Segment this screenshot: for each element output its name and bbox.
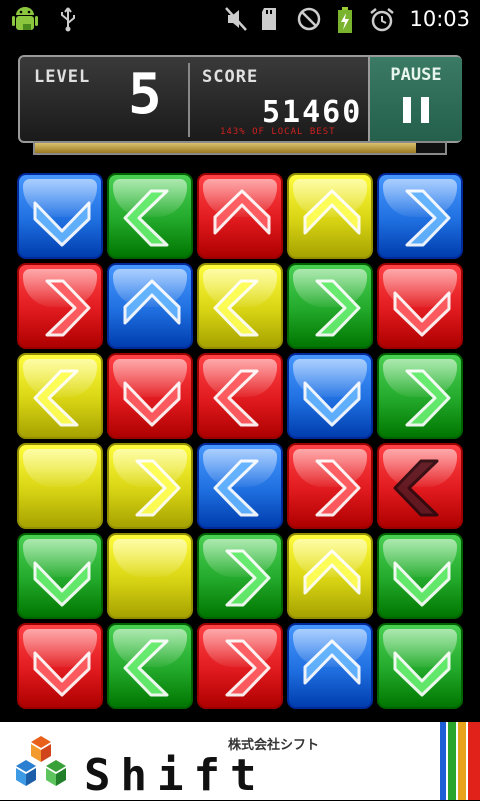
- arrow-down-icon: [33, 561, 91, 607]
- arrow-up-icon: [303, 189, 361, 235]
- tile-green[interactable]: [17, 533, 103, 619]
- arrow-down-icon: [393, 291, 451, 337]
- arrow-up-icon: [303, 639, 361, 685]
- arrow-left-icon: [213, 369, 259, 427]
- tile-red[interactable]: [377, 263, 463, 349]
- arrow-up-icon: [123, 279, 181, 325]
- arrow-left-icon: [393, 459, 439, 517]
- sdcard-icon: [262, 8, 276, 30]
- arrow-left-icon: [123, 639, 169, 697]
- no-signal-icon: [297, 7, 321, 31]
- arrow-left-icon: [213, 459, 259, 517]
- panel-divider: [188, 63, 190, 137]
- tile-green[interactable]: [377, 353, 463, 439]
- arrow-right-icon: [135, 459, 181, 517]
- score-label: SCORE: [202, 67, 259, 87]
- tile-yellow[interactable]: [287, 173, 373, 259]
- tile-red[interactable]: [197, 173, 283, 259]
- tile-yellow[interactable]: [287, 533, 373, 619]
- tile-blue[interactable]: [287, 623, 373, 709]
- tile-blue[interactable]: [17, 173, 103, 259]
- score-value: 51460: [262, 95, 363, 130]
- tile-green[interactable]: [107, 173, 193, 259]
- level-progress-fill: [35, 143, 417, 153]
- level-value: 5: [128, 62, 162, 127]
- arrow-down-icon: [33, 201, 91, 247]
- arrow-left-icon: [123, 189, 169, 247]
- arrow-right-icon: [405, 189, 451, 247]
- tile-blue[interactable]: [287, 353, 373, 439]
- tile-green[interactable]: [287, 263, 373, 349]
- arrow-right-icon: [225, 549, 271, 607]
- arrow-left-icon: [33, 369, 79, 427]
- level-progress-bar: [33, 141, 447, 155]
- muted-icon: [225, 7, 247, 31]
- ad-brand-name: Shift: [84, 750, 267, 801]
- tile-green[interactable]: [377, 533, 463, 619]
- score-panel: LEVEL 5 SCORE 51460 143% OF LOCAL BEST P…: [18, 55, 462, 143]
- tile-yellow[interactable]: [197, 263, 283, 349]
- tile-red[interactable]: [377, 443, 463, 529]
- arrow-right-icon: [225, 639, 271, 697]
- tile-red[interactable]: [197, 623, 283, 709]
- arrow-down-icon: [393, 651, 451, 697]
- status-bar: 10:03: [0, 0, 480, 38]
- tile-blue[interactable]: [107, 263, 193, 349]
- arrow-right-icon: [45, 279, 91, 337]
- arrow-up-icon: [303, 549, 361, 595]
- arrow-right-icon: [315, 459, 361, 517]
- tile-green[interactable]: [197, 533, 283, 619]
- tile-yellow[interactable]: [17, 353, 103, 439]
- tile-red[interactable]: [17, 263, 103, 349]
- tile-blue[interactable]: [197, 443, 283, 529]
- android-icon: [12, 7, 38, 30]
- ad-color-stripes: [440, 722, 480, 800]
- tile-green[interactable]: [107, 623, 193, 709]
- tile-red[interactable]: [17, 623, 103, 709]
- tile-green[interactable]: [377, 623, 463, 709]
- tile-yellow[interactable]: [107, 533, 193, 619]
- shift-logo-icon: [16, 736, 66, 786]
- tile-blue[interactable]: [377, 173, 463, 259]
- tile-yellow[interactable]: [107, 443, 193, 529]
- battery-charging-icon: [338, 7, 352, 33]
- arrow-down-icon: [303, 381, 361, 427]
- tile-red[interactable]: [287, 443, 373, 529]
- arrow-right-icon: [315, 279, 361, 337]
- tile-red[interactable]: [107, 353, 193, 439]
- ad-banner[interactable]: 株式会社シフト Shift: [0, 722, 480, 801]
- pause-label: PAUSE: [390, 65, 442, 85]
- arrow-right-icon: [405, 369, 451, 427]
- score-note: 143% OF LOCAL BEST: [220, 127, 336, 137]
- arrow-left-icon: [213, 279, 259, 337]
- arrow-down-icon: [393, 561, 451, 607]
- usb-icon: [61, 7, 75, 32]
- status-time: 10:03: [409, 7, 470, 31]
- arrow-down-icon: [33, 651, 91, 697]
- pause-button[interactable]: PAUSE: [368, 57, 462, 141]
- tile-yellow[interactable]: [17, 443, 103, 529]
- game-board[interactable]: [17, 173, 467, 713]
- tile-red[interactable]: [197, 353, 283, 439]
- level-label: LEVEL: [34, 67, 91, 87]
- pause-icon: [403, 97, 429, 123]
- arrow-up-icon: [213, 189, 271, 235]
- alarm-icon: [370, 8, 394, 32]
- arrow-down-icon: [123, 381, 181, 427]
